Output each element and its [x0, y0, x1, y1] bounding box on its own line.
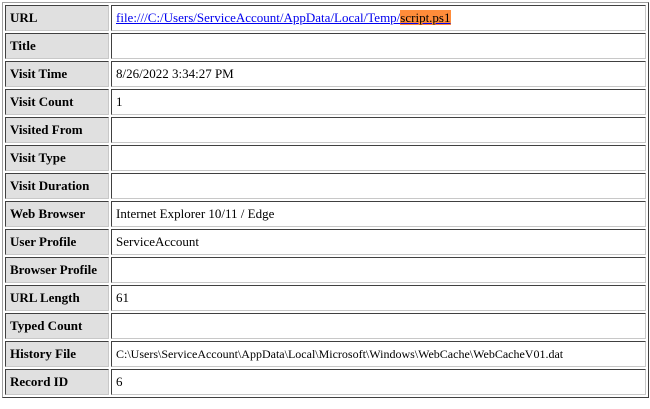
url-length-value: 61 — [111, 285, 646, 311]
history-record-table: URL file:///C:/Users/ServiceAccount/AppD… — [2, 2, 649, 398]
url-label: URL — [5, 5, 109, 31]
visit-duration-label: Visit Duration — [5, 173, 109, 199]
visit-count-label: Visit Count — [5, 89, 109, 115]
table-row-record-id: Record ID 6 — [5, 369, 646, 395]
history-record-report: URL file:///C:/Users/ServiceAccount/AppD… — [2, 2, 649, 398]
table-row-user-profile: User Profile ServiceAccount — [5, 229, 646, 255]
browser-profile-value — [111, 257, 646, 283]
table-row-web-browser: Web Browser Internet Explorer 10/11 / Ed… — [5, 201, 646, 227]
url-link[interactable]: file:///C:/Users/ServiceAccount/AppData/… — [116, 10, 451, 25]
user-profile-value: ServiceAccount — [111, 229, 646, 255]
visited-from-label: Visited From — [5, 117, 109, 143]
url-value: file:///C:/Users/ServiceAccount/AppData/… — [111, 5, 646, 31]
table-row-visit-duration: Visit Duration — [5, 173, 646, 199]
visited-from-value — [111, 117, 646, 143]
visit-type-label: Visit Type — [5, 145, 109, 171]
url-highlight[interactable]: script.ps1 — [400, 10, 451, 25]
table-row-typed-count: Typed Count — [5, 313, 646, 339]
table-row-history-file: History File C:\Users\ServiceAccount\App… — [5, 341, 646, 367]
record-id-value: 6 — [111, 369, 646, 395]
visit-time-label: Visit Time — [5, 61, 109, 87]
url-length-label: URL Length — [5, 285, 109, 311]
typed-count-value — [111, 313, 646, 339]
table-row-url-length: URL Length 61 — [5, 285, 646, 311]
visit-type-value — [111, 145, 646, 171]
web-browser-label: Web Browser — [5, 201, 109, 227]
table-row-visit-count: Visit Count 1 — [5, 89, 646, 115]
user-profile-label: User Profile — [5, 229, 109, 255]
title-value — [111, 33, 646, 59]
visit-duration-value — [111, 173, 646, 199]
visit-time-value: 8/26/2022 3:34:27 PM — [111, 61, 646, 87]
visit-count-value: 1 — [111, 89, 646, 115]
web-browser-value: Internet Explorer 10/11 / Edge — [111, 201, 646, 227]
history-file-value: C:\Users\ServiceAccount\AppData\Local\Mi… — [111, 341, 646, 367]
title-label: Title — [5, 33, 109, 59]
table-row-url: URL file:///C:/Users/ServiceAccount/AppD… — [5, 5, 646, 31]
table-row-visited-from: Visited From — [5, 117, 646, 143]
table-row-title: Title — [5, 33, 646, 59]
history-file-label: History File — [5, 341, 109, 367]
table-row-browser-profile: Browser Profile — [5, 257, 646, 283]
record-id-label: Record ID — [5, 369, 109, 395]
table-row-visit-type: Visit Type — [5, 145, 646, 171]
typed-count-label: Typed Count — [5, 313, 109, 339]
browser-profile-label: Browser Profile — [5, 257, 109, 283]
table-row-visit-time: Visit Time 8/26/2022 3:34:27 PM — [5, 61, 646, 87]
url-prefix[interactable]: file:///C:/Users/ServiceAccount/AppData/… — [116, 10, 400, 25]
